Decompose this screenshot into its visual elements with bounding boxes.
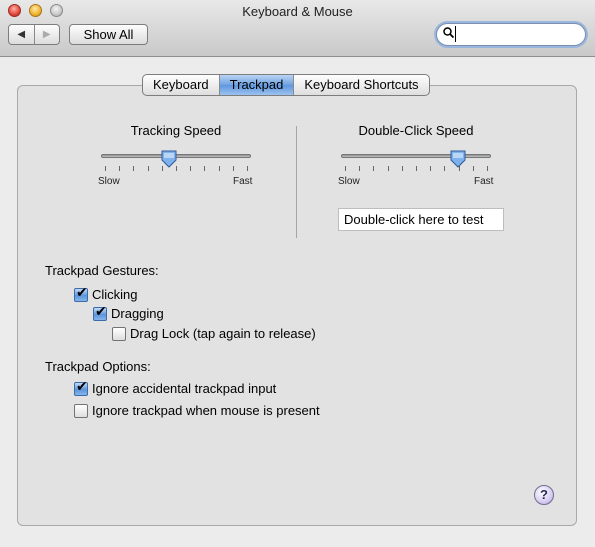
back-arrow-icon[interactable]: ◀ [9,25,35,44]
trackpad-options-heading: Trackpad Options: [45,359,151,374]
slider-tick [359,166,360,171]
slider-tick [105,166,106,171]
ignore-when-mouse-checkbox[interactable] [74,404,88,418]
slider-tick [373,166,374,171]
preferences-window: Keyboard & Mouse ◀ ▶ Show All Keyboard T… [0,0,595,547]
slider-tick [416,166,417,171]
tracking-speed-knob[interactable] [161,150,177,168]
double-click-speed-knob[interactable] [450,150,466,168]
forward-arrow-icon[interactable]: ▶ [35,25,60,44]
section-divider [296,126,297,238]
slider-tick [190,166,191,171]
slider-tick [204,166,205,171]
help-button[interactable]: ? [534,485,554,505]
double-click-speed-ticks [341,166,491,172]
double-click-fast-label: Fast [474,176,494,187]
slider-tick [402,166,403,171]
drag-lock-label[interactable]: Drag Lock (tap again to release) [130,326,316,341]
tab-bar: Keyboard Trackpad Keyboard Shortcuts [142,74,430,96]
search-field[interactable] [436,23,586,46]
ignore-when-mouse-label[interactable]: Ignore trackpad when mouse is present [92,403,320,418]
search-input[interactable] [455,26,576,42]
slider-tick [473,166,474,171]
clicking-label[interactable]: Clicking [92,287,138,302]
dragging-label[interactable]: Dragging [111,306,164,321]
window-title: Keyboard & Mouse [242,4,353,19]
tab-keyboard[interactable]: Keyboard [143,75,220,95]
show-all-button[interactable]: Show All [69,24,148,45]
tab-keyboard-shortcuts[interactable]: Keyboard Shortcuts [294,75,428,95]
tracking-speed-title: Tracking Speed [130,123,222,138]
back-forward-control: ◀ ▶ [8,24,60,45]
double-click-slow-label: Slow [338,176,360,187]
slider-tick [487,166,488,171]
slider-tick [219,166,220,171]
tab-trackpad[interactable]: Trackpad [219,75,295,95]
slider-tick [119,166,120,171]
toolbar: Keyboard & Mouse ◀ ▶ Show All [0,0,595,57]
ignore-accidental-label[interactable]: Ignore accidental trackpad input [92,381,276,396]
clicking-checkbox[interactable] [74,285,88,302]
tracking-slow-label: Slow [98,176,120,187]
ignore-accidental-checkbox[interactable] [74,379,88,396]
dragging-checkbox[interactable] [93,304,107,321]
double-click-test-field[interactable]: Double-click here to test [338,208,504,231]
drag-lock-checkbox[interactable] [112,327,126,341]
tracking-fast-label: Fast [233,176,253,187]
slider-tick [247,166,248,171]
search-icon [443,27,455,41]
slider-tick [148,166,149,171]
slider-tick [430,166,431,171]
double-click-speed-track[interactable] [341,154,491,158]
slider-tick [133,166,134,171]
trackpad-gestures-heading: Trackpad Gestures: [45,263,159,278]
slider-tick [388,166,389,171]
slider-tick [345,166,346,171]
slider-tick [233,166,234,171]
double-click-speed-title: Double-Click Speed [358,123,474,138]
slider-tick [444,166,445,171]
